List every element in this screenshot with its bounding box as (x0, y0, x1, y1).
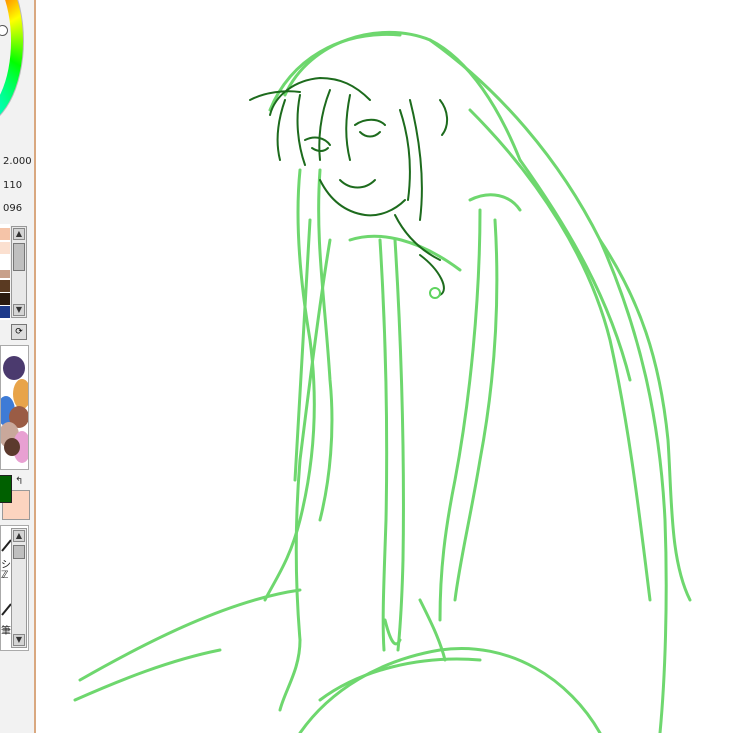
eye-detail (359, 131, 381, 138)
brush-size-value[interactable]: 2.000 (3, 156, 32, 167)
sleeve-front (393, 238, 405, 652)
paint-blob (13, 379, 28, 409)
brush-density-value[interactable]: 096 (3, 203, 22, 214)
mouth (339, 179, 376, 189)
sleeve-front (378, 238, 389, 652)
swatch[interactable] (0, 242, 10, 254)
swatch-list (0, 224, 10, 320)
ear (439, 99, 448, 136)
swatch[interactable] (0, 270, 10, 278)
collar-button (429, 287, 441, 299)
swatch[interactable] (0, 256, 10, 268)
refresh-icon[interactable]: ⟳ (11, 324, 27, 340)
tool-panel: 2.000 110 096 ▲ ▼ ⟳ ↰ シ ℤ 筆 ▲ ▼ (0, 0, 34, 733)
eye (354, 118, 386, 126)
brush-min-size-value[interactable]: 110 (3, 180, 22, 191)
hair-strand (409, 99, 423, 221)
collar (348, 234, 462, 272)
scroll-up-icon[interactable]: ▲ (13, 530, 25, 542)
torso-right (453, 218, 499, 602)
color-mixer[interactable] (0, 345, 29, 470)
scroll-thumb[interactable] (13, 243, 25, 271)
hair-front-left (317, 168, 334, 522)
tool-label[interactable]: 筆 (1, 622, 11, 637)
paint-blob (4, 438, 20, 456)
scroll-thumb[interactable] (13, 545, 25, 559)
swap-colors-icon[interactable]: ↰ (15, 476, 23, 487)
bangs (276, 99, 286, 161)
tool-label[interactable]: シ (1, 556, 11, 571)
face-contour (319, 179, 406, 217)
bangs (296, 94, 306, 166)
drawing-canvas[interactable] (36, 0, 733, 733)
hair-top (268, 32, 402, 112)
tool-label[interactable]: ℤ (1, 570, 8, 581)
eye (304, 136, 331, 146)
hair-back-right (428, 38, 668, 733)
sketch-lines (73, 31, 692, 733)
leg-upper (78, 588, 302, 682)
swatch[interactable] (0, 293, 10, 305)
ink-lines (249, 77, 448, 296)
face-side (399, 109, 411, 201)
paint-blob (3, 356, 25, 380)
sleeve-left (278, 638, 302, 712)
scroll-down-icon[interactable]: ▼ (13, 304, 25, 316)
knee (298, 647, 602, 733)
knee (318, 657, 482, 702)
tool-scrollbar[interactable]: ▲ ▼ (11, 528, 27, 648)
swatch[interactable] (0, 306, 10, 318)
scroll-up-icon[interactable]: ▲ (13, 228, 25, 240)
scroll-down-icon[interactable]: ▼ (13, 634, 25, 646)
swatch[interactable] (0, 280, 10, 292)
hair-strand (598, 238, 692, 602)
hair-front-left (263, 168, 316, 602)
leg-lower (73, 648, 222, 702)
swatch[interactable] (0, 228, 10, 240)
swatch-scrollbar[interactable]: ▲ ▼ (11, 226, 27, 318)
foreground-color[interactable] (0, 475, 12, 503)
collar-side (468, 193, 522, 212)
color-wheel[interactable] (0, 0, 24, 127)
bangs (345, 94, 351, 161)
